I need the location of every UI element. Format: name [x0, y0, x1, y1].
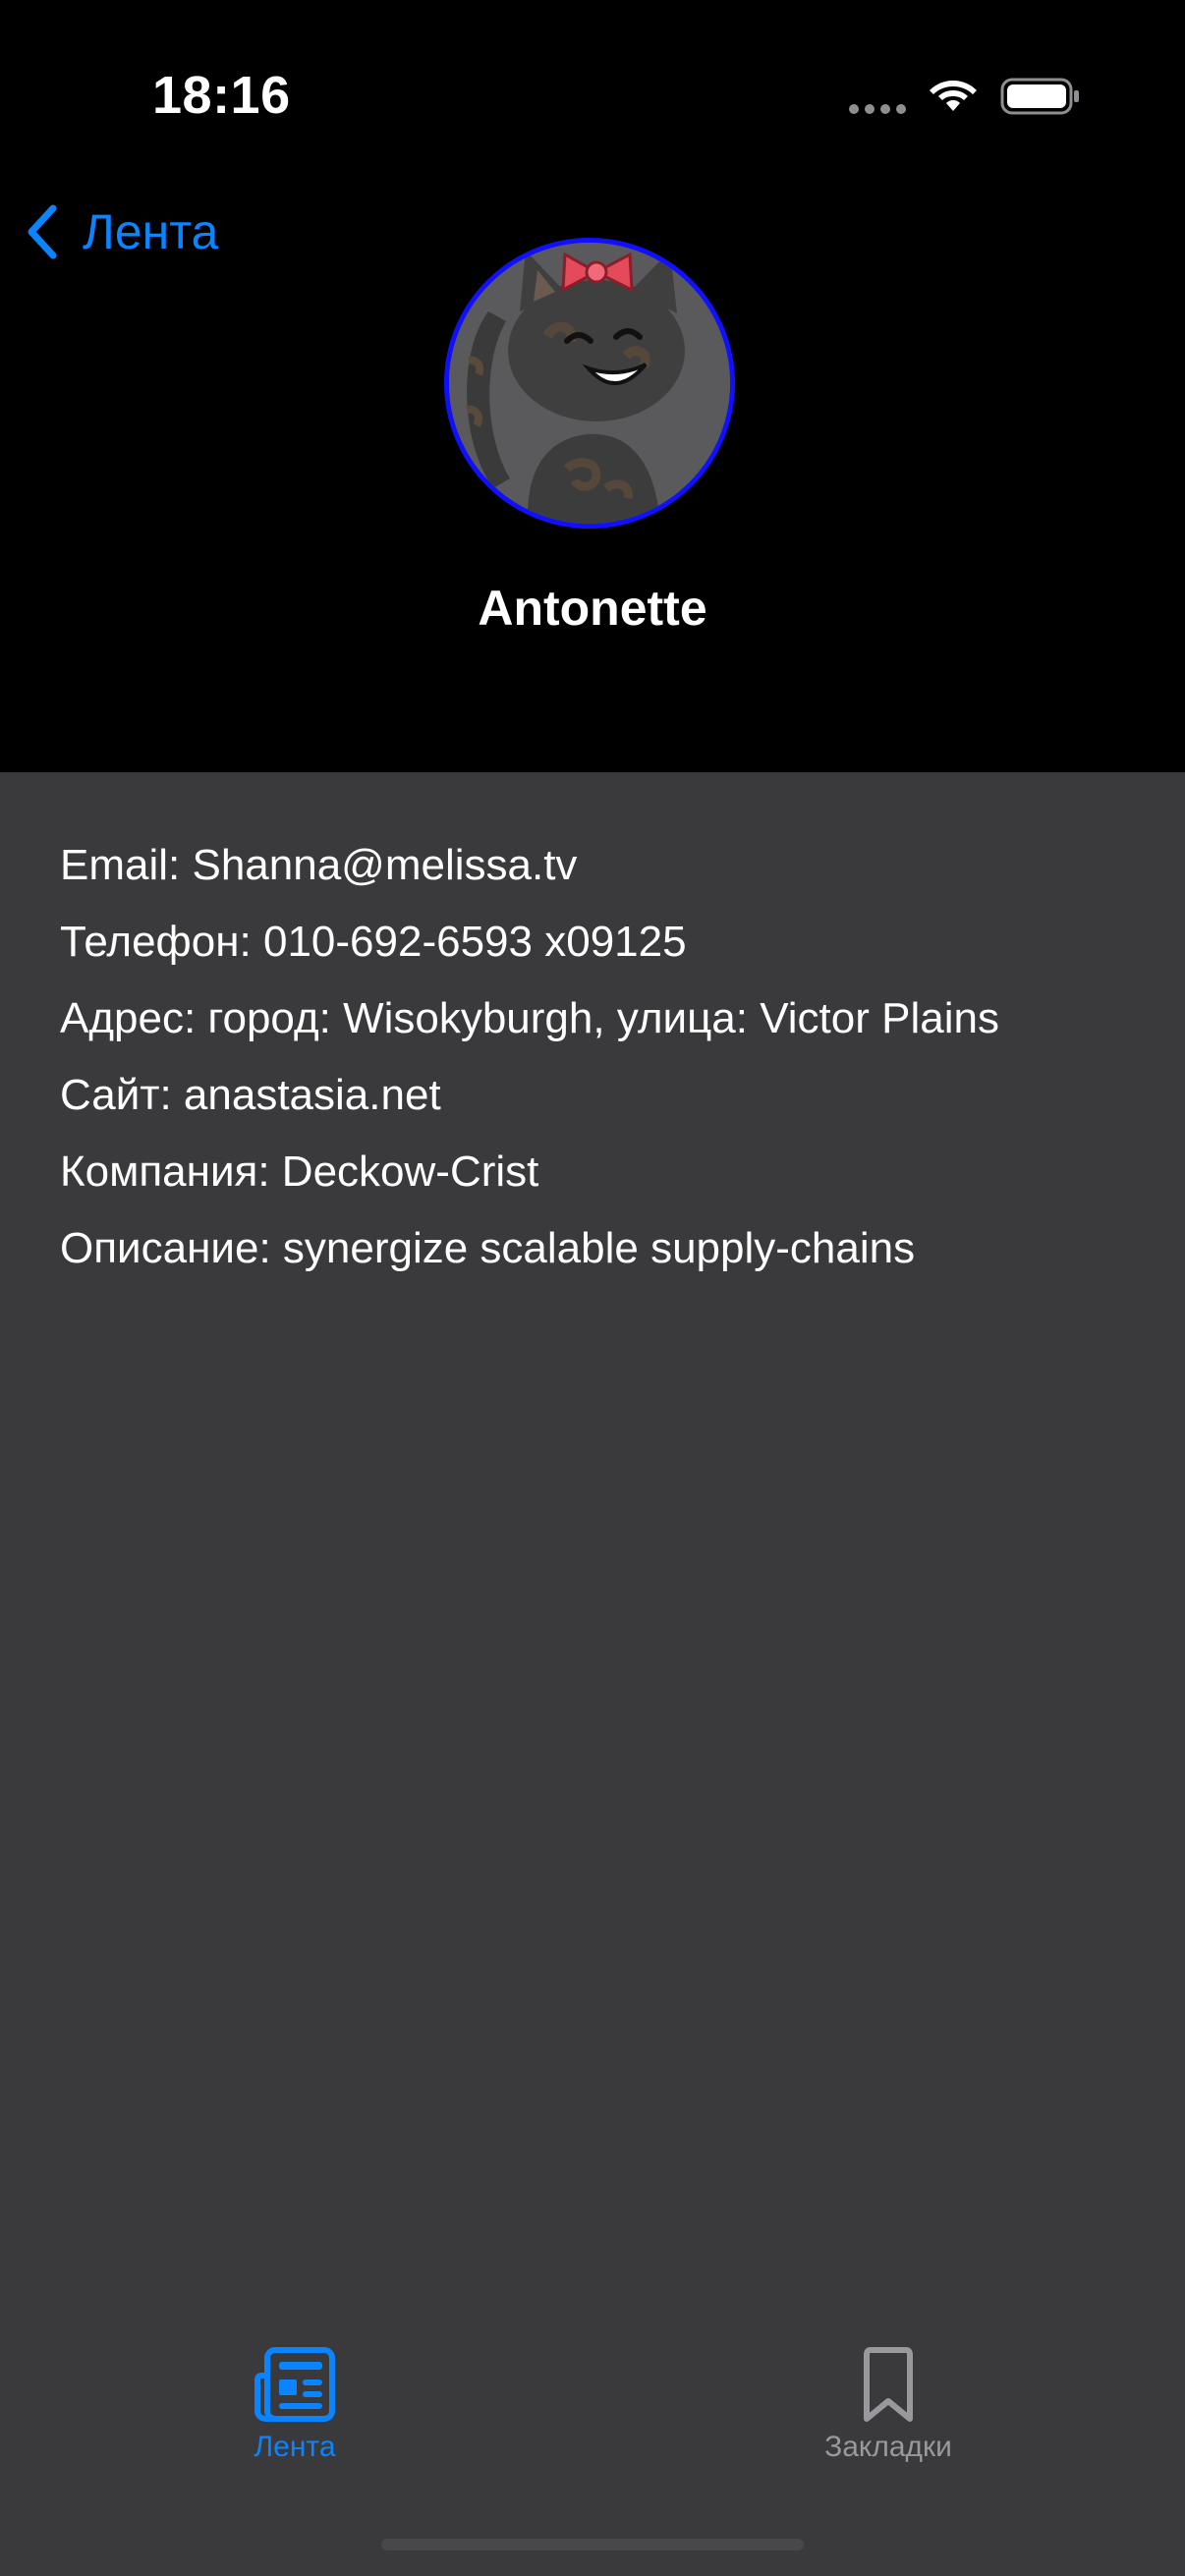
detail-description: Описание: synergize scalable supply-chai… — [60, 1224, 916, 1272]
detail-email: Email: Shanna@melissa.tv — [60, 841, 578, 889]
profile-name: Antonette — [478, 581, 707, 636]
tab-bookmarks[interactable]: Закладки — [741, 2346, 1036, 2464]
detail-phone: Телефон: 010-692-6593 x09125 — [60, 918, 687, 966]
detail-list: Email: Shanna@melissa.tv Телефон: 010-69… — [60, 827, 1160, 1287]
detail-website: Сайт: anastasia.net — [60, 1071, 441, 1119]
detail-company: Компания: Deckow-Crist — [60, 1148, 539, 1196]
chevron-left-icon — [28, 204, 57, 259]
avatar — [444, 238, 735, 529]
home-indicator — [381, 2539, 804, 2550]
newspaper-icon — [254, 2347, 335, 2422]
profile-details: Email: Shanna@melissa.tv Телефон: 010-69… — [0, 772, 1185, 2576]
cat-avatar-icon — [449, 243, 730, 524]
tab-feed[interactable]: Лента — [147, 2346, 442, 2464]
status-time: 18:16 — [152, 66, 291, 125]
cellular-signal-icon — [849, 104, 908, 114]
tab-bar: Лента Закладки — [0, 2311, 1185, 2576]
back-button-label: Лента — [83, 204, 219, 259]
tab-feed-label: Лента — [254, 2431, 336, 2463]
status-bar: 18:16 — [0, 0, 1185, 177]
back-button[interactable]: Лента — [24, 198, 218, 265]
tab-bookmarks-label: Закладки — [824, 2431, 952, 2463]
detail-address: Адрес: город: Wisokyburgh, улица: Victor… — [60, 994, 999, 1042]
profile-screen: 18:16 Лента Antonette Email: Shanna@meli… — [0, 0, 1185, 2576]
wifi-icon — [930, 81, 977, 111]
bookmark-icon — [864, 2347, 913, 2422]
battery-icon — [1000, 78, 1079, 115]
profile-header: Лента Antonette — [0, 177, 1185, 772]
